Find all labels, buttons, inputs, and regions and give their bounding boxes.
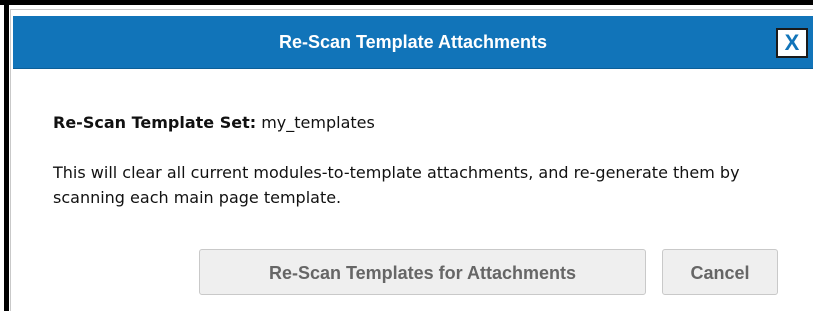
dialog-description: This will clear all current modules-to-t… (53, 160, 798, 210)
template-set-label: Re-Scan Template Set: (53, 113, 257, 132)
close-button[interactable]: X (776, 28, 808, 58)
cancel-button[interactable]: Cancel (662, 249, 778, 295)
template-set-line: Re-Scan Template Set: my_templates (53, 113, 375, 132)
dialog-titlebar: Re-Scan Template Attachments X (13, 16, 813, 69)
window-edge-top (0, 0, 813, 5)
rescan-templates-button[interactable]: Re-Scan Templates for Attachments (199, 249, 646, 295)
description-text: This will clear all current modules-to-t… (53, 163, 740, 207)
dialog-title: Re-Scan Template Attachments (278, 32, 548, 52)
screen: Re-Scan Template Attachments X Re-Scan T… (0, 0, 813, 311)
template-set-value: my_templates (261, 113, 375, 132)
window-edge-left (4, 0, 9, 311)
